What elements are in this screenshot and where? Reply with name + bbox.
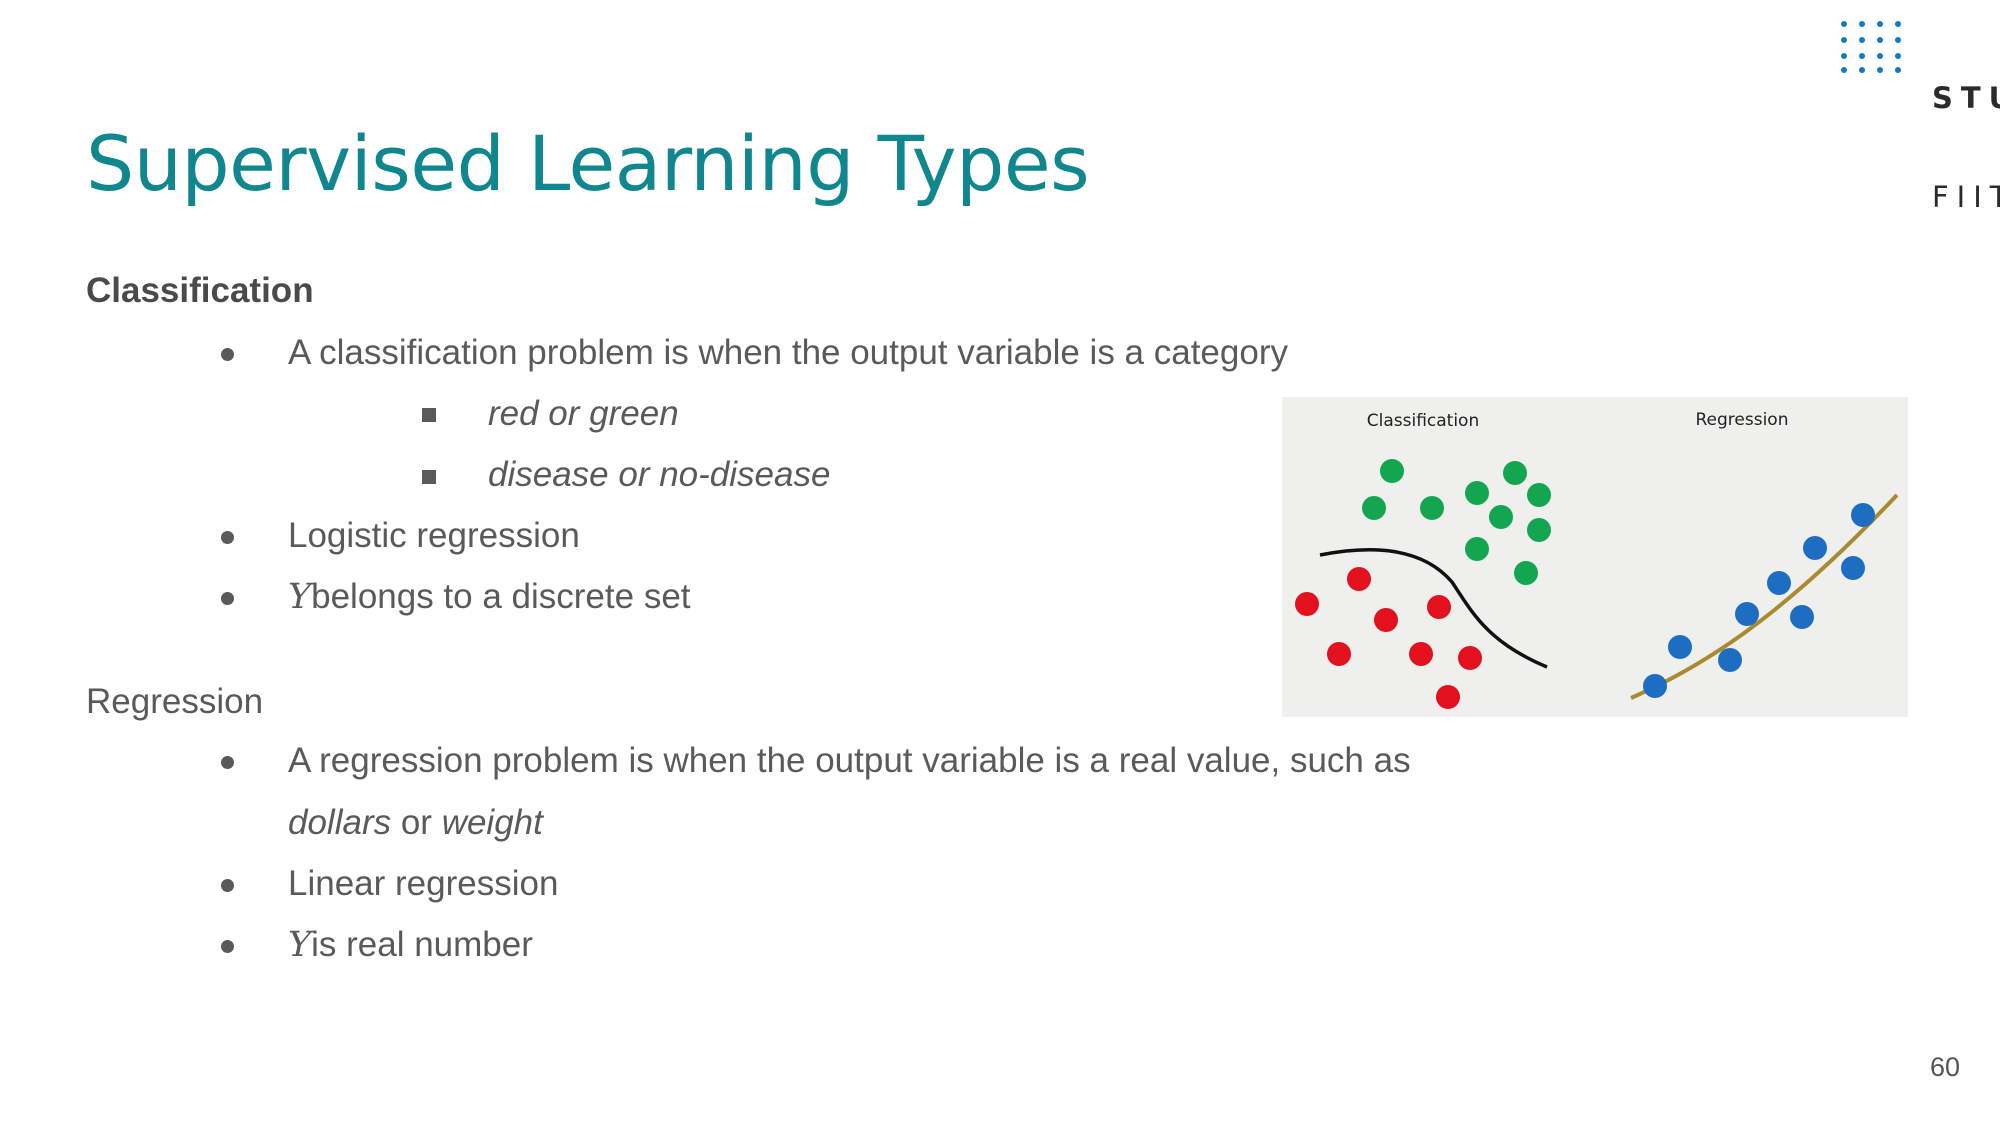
page-number: 60 bbox=[1930, 1052, 1961, 1082]
y-variable-symbol: Y bbox=[288, 925, 312, 965]
blue-point bbox=[1718, 648, 1742, 672]
red-point bbox=[1295, 592, 1319, 616]
green-points bbox=[1362, 459, 1551, 585]
green-point bbox=[1514, 561, 1538, 585]
red-point bbox=[1374, 608, 1398, 632]
classification-heading: Classification bbox=[86, 271, 314, 310]
bullet-dot bbox=[221, 348, 234, 361]
or-word: or bbox=[391, 803, 442, 842]
logo-line-1: STU bbox=[1932, 81, 2000, 115]
slide-title: Supervised Learning Types bbox=[86, 119, 1090, 208]
logo-text: STU FIIT bbox=[1932, 16, 2000, 280]
real-number-text: is real number bbox=[311, 925, 533, 964]
green-point bbox=[1527, 518, 1551, 542]
green-point bbox=[1503, 461, 1527, 485]
bullet-dot bbox=[221, 592, 234, 605]
blue-point bbox=[1841, 556, 1865, 580]
blue-point bbox=[1668, 635, 1692, 659]
square-bullet bbox=[422, 408, 436, 422]
green-point bbox=[1362, 496, 1386, 520]
blue-point bbox=[1767, 571, 1791, 595]
red-point bbox=[1427, 595, 1451, 619]
linear-regression-item: Linear regression bbox=[288, 864, 559, 903]
blue-point bbox=[1643, 674, 1667, 698]
green-point bbox=[1465, 481, 1489, 505]
red-point bbox=[1458, 646, 1482, 670]
figure-label-classification: Classification bbox=[1367, 411, 1479, 431]
regression-definition-line1: A regression problem is when the output … bbox=[288, 741, 1411, 780]
bullet-dot bbox=[221, 531, 234, 544]
regression-definition-line2: dollars or weight bbox=[288, 800, 543, 846]
weight-word: weight bbox=[441, 803, 543, 842]
green-point bbox=[1420, 496, 1444, 520]
bullet-dot bbox=[221, 879, 234, 892]
blue-point bbox=[1735, 602, 1759, 626]
logo-line-2: FIIT bbox=[1932, 180, 2000, 214]
figure-svg: Classification Regression bbox=[1295, 410, 1899, 709]
square-bullet bbox=[422, 470, 436, 484]
classification-regression-figure: Classification Regression bbox=[1282, 397, 1908, 717]
red-point bbox=[1327, 642, 1351, 666]
example-disease-or-no-disease: disease or no-disease bbox=[488, 455, 831, 494]
green-point bbox=[1527, 483, 1551, 507]
discrete-set-item: Ybelongs to a discrete set bbox=[288, 574, 691, 620]
bullet-dot bbox=[221, 940, 234, 953]
red-point bbox=[1347, 567, 1371, 591]
bullet-dot bbox=[221, 756, 234, 769]
green-point bbox=[1489, 505, 1513, 529]
dollars-word: dollars bbox=[288, 803, 392, 842]
red-point bbox=[1409, 642, 1433, 666]
logo-dots-icon bbox=[1841, 21, 1901, 73]
real-number-item: Yis real number bbox=[288, 922, 533, 968]
figure-label-regression: Regression bbox=[1696, 410, 1789, 430]
green-point bbox=[1465, 537, 1489, 561]
logistic-regression-item: Logistic regression bbox=[288, 516, 580, 555]
blue-points bbox=[1643, 503, 1875, 698]
red-points bbox=[1295, 567, 1482, 709]
blue-point bbox=[1790, 605, 1814, 629]
y-variable-symbol: Y bbox=[288, 577, 312, 617]
blue-point bbox=[1803, 536, 1827, 560]
regression-trend-curve bbox=[1630, 493, 1899, 700]
regression-heading: Regression bbox=[86, 682, 264, 721]
example-red-or-green: red or green bbox=[488, 394, 679, 433]
green-point bbox=[1380, 459, 1404, 483]
discrete-set-text: belongs to a discrete set bbox=[311, 577, 691, 616]
classification-definition: A classification problem is when the out… bbox=[288, 333, 1288, 372]
stu-fiit-logo: STU FIIT bbox=[1838, 18, 2000, 214]
red-point bbox=[1436, 685, 1460, 709]
blue-point bbox=[1851, 503, 1875, 527]
